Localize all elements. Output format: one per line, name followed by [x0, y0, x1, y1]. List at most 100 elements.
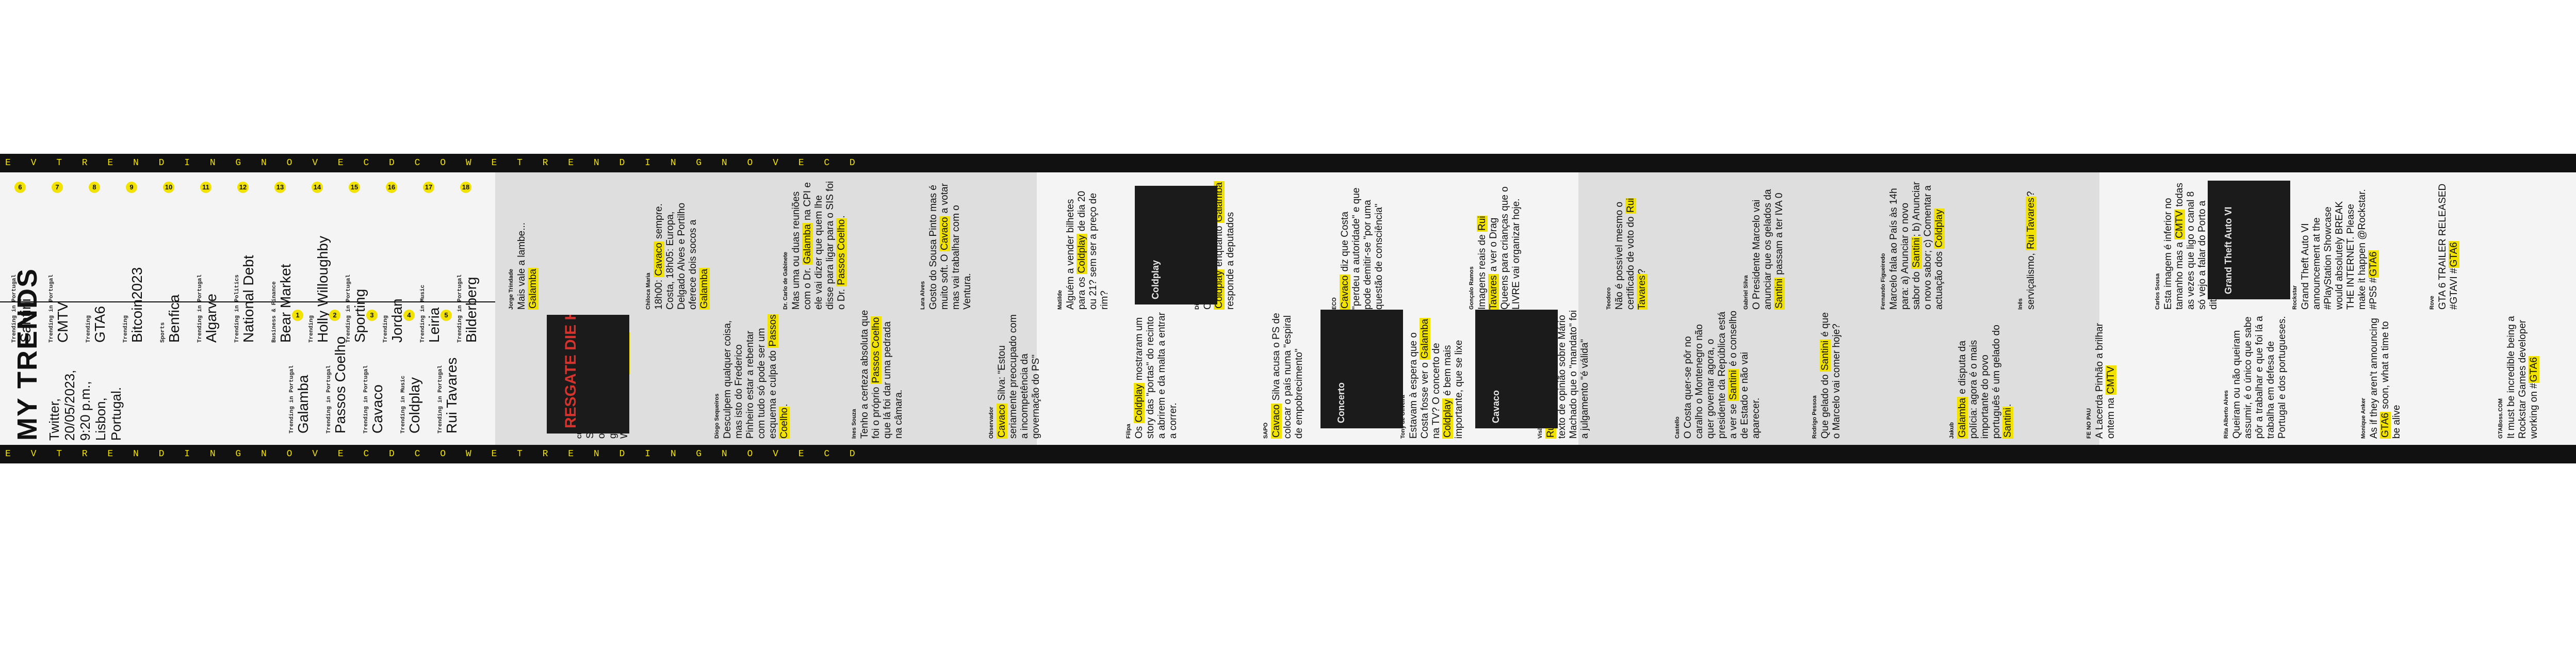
tweet-author: Carlos Sousa [2155, 273, 2161, 310]
trend-name: Benfica [166, 294, 182, 343]
trend-category: Trending [383, 315, 389, 343]
top-trend-item[interactable]: Trending in Portugal Cavaco [363, 365, 386, 434]
top-trend-item[interactable]: Trending in Music Coldplay [400, 376, 423, 434]
tweet[interactable]: Observador Cavaco Silva: "Estou seriament… [988, 310, 1042, 439]
tweet-author: Jakub [1949, 422, 1955, 439]
trend-item[interactable]: Trending in Politics National Debt [234, 255, 257, 343]
image-caption: Concerto [1336, 382, 1346, 423]
trend-item[interactable]: Trending in Portugal Algarve [197, 275, 220, 343]
tweet[interactable]: Rockstar Grand Theft Auto VI announcement… [2292, 181, 2379, 310]
tweet-author: SAPO [1263, 422, 1269, 439]
trend-name: GTA6 [92, 306, 108, 343]
tweet-author: Observador [988, 407, 994, 439]
tweet-text: serviçalismo, Rui Tavares? [2026, 191, 2036, 310]
tweet[interactable]: Ines Souza Tenho a certeza absoluta que f… [851, 310, 905, 439]
trend-rank-badge: 1 [292, 310, 303, 321]
tweet-image[interactable]: RESGATE DIE HARD [547, 315, 629, 434]
tweet-author: Gonçalo Ramos [1469, 266, 1475, 310]
tweet[interactable]: Dr. Carlo de Gabinete Mas uma ou duas reu… [782, 181, 847, 310]
trend-rank-badge: 8 [89, 182, 100, 193]
trend-rank-badge: 17 [423, 182, 434, 193]
tweet-author: Teodoro [1606, 287, 1612, 310]
trend-rank-badge: 4 [403, 310, 415, 321]
tweet-text: It must be incredible being a Rockstar G… [2506, 316, 2539, 439]
tweet-text: Marcelo fala ao País às 14h para: a) Anu… [1888, 181, 1945, 310]
trend-category: Trending in Music [400, 375, 406, 434]
tweet[interactable]: FE NO PAU A Lacerda Pinhão a brilhar onte… [2086, 310, 2117, 439]
trend-category: Trending in Portugal [346, 274, 352, 343]
trend-name: Coldplay [406, 377, 422, 434]
tweet[interactable]: Diogo Sequeiros Desculpem qualquer coisa,… [714, 310, 790, 439]
tweet[interactable]: Rove GTA 6 TRAILER RELEASED #GTAVI #GTA6 [2429, 181, 2460, 310]
tweet-author: Lara Alves [920, 281, 926, 310]
trend-name: Santini [18, 298, 34, 343]
tweet[interactable]: Lara Alves Gosto do Sousa Pinto mas é mui… [920, 181, 973, 310]
tweet-image[interactable]: Cavaco [1475, 310, 1558, 428]
tweet[interactable]: Gonçalo Ramos Imagens reais de Rui Tavare… [1469, 181, 1522, 310]
tweet[interactable]: Monique Anker As if they aren't announcin… [2360, 310, 2403, 439]
tweet-text: Mais vale a lambe... Galamba [516, 222, 539, 310]
trend-item[interactable]: Trending in Music Leiria [420, 285, 443, 343]
tweet-author: Dr. Carlo de Gabinete [782, 252, 789, 310]
trend-item[interactable]: Sports Benfica [160, 295, 183, 343]
trend-item[interactable]: Business & Finance Bear Market [271, 264, 294, 343]
tweet[interactable]: Jakub Galamba e disputa da polícia: agora… [1949, 310, 2014, 439]
tweet[interactable]: Castello O Costa quer-se pôr no caralho o… [1674, 310, 1762, 439]
trend-item[interactable]: Trending in Portugal CMTV [48, 275, 71, 343]
trend-item[interactable]: Trending in Portugal Sporting [346, 275, 368, 343]
capture-meta: Twitter, 20/05/2023, 9:20 p.m., Lisbon, … [46, 370, 124, 441]
tweet-text: Cavaco Silva: "Estou seriamente preocupa… [997, 314, 1041, 439]
trend-name: CMTV [55, 301, 71, 343]
trend-name: Holly Willoughby [315, 236, 331, 343]
trend-item[interactable]: Trending Holly Willoughby [308, 236, 331, 343]
tweet-image[interactable]: Coldplay [1135, 186, 1217, 304]
trend-item[interactable]: Trending in Portugal Bilderberg [457, 275, 480, 343]
tweet-text: Os Coldplay mostraram um story das "port… [1134, 312, 1179, 439]
tweet[interactable]: Matilde Alguém a vender bilhetes para os … [1057, 181, 1111, 310]
tweet[interactable]: Jorge Trindade Mais vale a lambe... Galam… [508, 181, 539, 310]
tweet-author: Matilde [1057, 290, 1063, 310]
trend-item[interactable]: Trending in Portugal Santini [11, 275, 34, 343]
trend-category: Trending in Portugal [363, 365, 369, 434]
tweet[interactable]: GTABoss.COM It must be incredible being a… [2498, 310, 2540, 439]
trend-item[interactable]: Trending GTA6 [86, 306, 108, 343]
trend-rank-badge: 5 [441, 310, 452, 321]
tweet[interactable]: Inês serviçalismo, Rui Tavares? [2017, 181, 2037, 310]
tweet[interactable]: Fernando Figueiredo Marcelo fala ao País … [1880, 181, 1945, 310]
tweet-image[interactable]: Concerto [1320, 310, 1403, 428]
top-trend-item[interactable]: Trending in Portugal Rui Tavares [437, 358, 460, 434]
trend-category: Trending in Portugal [437, 365, 444, 434]
trend-item[interactable]: Trending Bitcoin2023 [123, 267, 145, 343]
tweet[interactable]: Filipa Os Coldplay mostraram um story das… [1126, 310, 1179, 439]
tweet-author: Ines Souza [851, 409, 857, 439]
tweet[interactable]: Rodrigo Pessoa Que gelado do Santini é qu… [1812, 310, 1843, 439]
tweet[interactable]: Chiloca Maria 18h00: Cavaco sempre. Costa… [645, 181, 710, 310]
trend-rank-badge: 16 [386, 182, 397, 193]
trend-name: Passos Coelho [332, 336, 348, 434]
trend-rank-badge: 14 [312, 182, 323, 193]
trend-name: Galamba [295, 375, 311, 434]
image-caption: Cavaco [1491, 390, 1501, 423]
tweet-text: Galamba e disputa da polícia: agora é o … [1957, 325, 2013, 439]
tweet-text: Gosto do Sousa Pinto mas é muito soft. O… [928, 183, 973, 310]
tweet-author: Rove [2429, 296, 2435, 310]
trend-rank-badge: 15 [349, 182, 360, 193]
tweet[interactable]: Tony de Oliveira Estavam à espera que o C… [1400, 310, 1465, 439]
trend-category: Trending [123, 315, 129, 343]
tweet-text: As if they aren't announcing GTA6 soon, … [2369, 318, 2402, 439]
tweet-text: O Costa quer-se pôr no caralho o Montene… [1683, 310, 1762, 439]
tweet[interactable]: ECO Cavaco diz que Costa "perdeu a autori… [1331, 181, 1385, 310]
trend-rank-badge: 18 [460, 182, 471, 193]
tweet[interactable]: Rita Alberto Alves Queiram ou não queiram… [2223, 310, 2288, 439]
top-trend-item[interactable]: Trending in Portugal Passos Coelho [326, 336, 349, 434]
tweet[interactable]: Teodoro Não é possível mesmo o certificad… [1606, 181, 1648, 310]
tweet-author: Chiloca Maria [645, 272, 651, 310]
tweet-image[interactable]: Grand Theft Auto VI [2208, 181, 2290, 299]
tweet-author: Monique Anker [2360, 397, 2367, 439]
tweet[interactable]: SAPO Cavaco Silva acusa o PS de colocar o… [1263, 310, 1305, 439]
trend-item[interactable]: Trending Jordan [383, 298, 405, 343]
tweet-author: Jorge Trindade [508, 269, 514, 310]
tweet-author: GTABoss.COM [2498, 398, 2504, 439]
top-trend-item[interactable]: Trending in Portugal Galamba [289, 365, 312, 434]
tweet[interactable]: Gabriel Silva O Presidente Marcelo vai an… [1743, 181, 1785, 310]
